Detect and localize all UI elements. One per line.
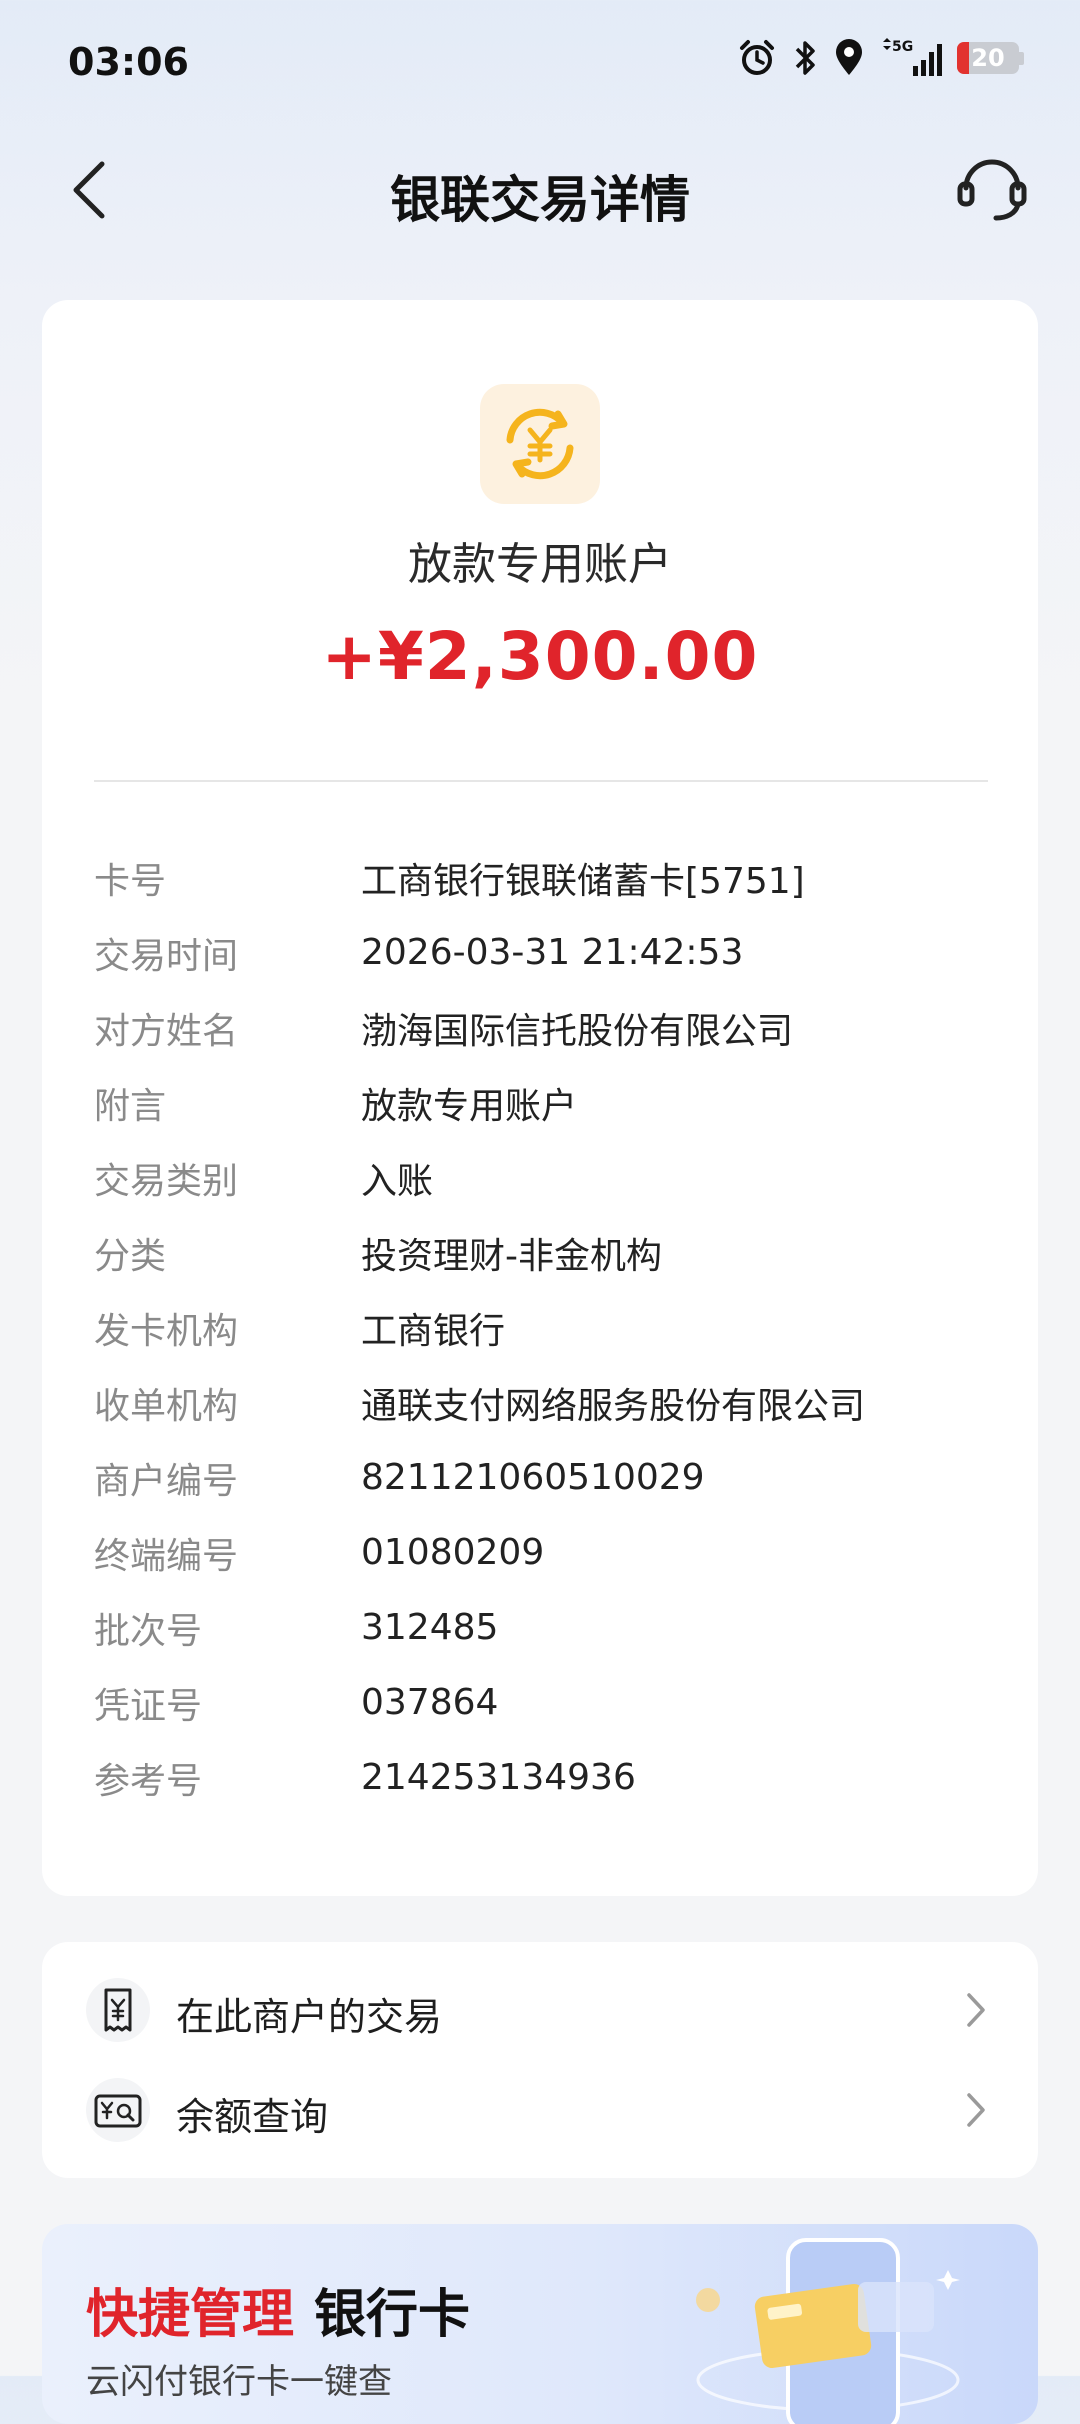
detail-value: 工商银行银联储蓄卡[5751] bbox=[361, 860, 805, 902]
merchant-transactions-item[interactable]: 在此商户的交易 bbox=[42, 1960, 1038, 2060]
page-title: 银联交易详情 bbox=[390, 171, 690, 229]
balance-query-item[interactable]: 余额查询 bbox=[42, 2060, 1038, 2160]
banner-title-rest: 银行卡 bbox=[314, 2285, 471, 2345]
detail-row-category: 分类 投资理财-非金机构 bbox=[94, 1215, 994, 1290]
detail-row-transaction-type: 交易类别 入账 bbox=[94, 1140, 994, 1215]
detail-label: 附言 bbox=[94, 1085, 167, 1127]
banner-subtitle: 云闪付银行卡一键查 bbox=[86, 2362, 392, 2402]
detail-value: 工商银行 bbox=[361, 1310, 506, 1352]
network-type: 5G bbox=[892, 39, 913, 55]
detail-value: 312485 bbox=[361, 1607, 499, 1648]
detail-label: 分类 bbox=[94, 1235, 167, 1277]
detail-value: 放款专用账户 bbox=[361, 1085, 578, 1127]
chevron-right-icon bbox=[967, 2093, 985, 2127]
transaction-amount: +¥2,300.00 bbox=[321, 618, 759, 695]
action-label: 余额查询 bbox=[176, 2095, 329, 2139]
detail-value: 01080209 bbox=[361, 1532, 545, 1573]
5g-signal-icon: 5G bbox=[883, 38, 942, 76]
action-label: 在此商户的交易 bbox=[176, 1995, 443, 2039]
detail-label: 交易类别 bbox=[94, 1160, 239, 1202]
detail-row-batch-number: 批次号 312485 bbox=[94, 1590, 994, 1665]
detail-row-reference-number: 参考号 214253134936 bbox=[94, 1740, 994, 1815]
detail-label: 商户编号 bbox=[94, 1460, 239, 1502]
detail-value: 821121060510029 bbox=[361, 1457, 705, 1498]
bluetooth-icon bbox=[795, 41, 815, 75]
detail-label: 批次号 bbox=[94, 1610, 203, 1652]
balance-search-icon bbox=[86, 2078, 150, 2142]
detail-label: 对方姓名 bbox=[94, 1010, 239, 1052]
banner-title: 快捷管理 银行卡 bbox=[86, 2272, 470, 2347]
account-name: 放款专用账户 bbox=[408, 539, 672, 590]
battery-level: 20 bbox=[971, 44, 1005, 72]
detail-label: 发卡机构 bbox=[94, 1310, 239, 1352]
detail-row-voucher-number: 凭证号 037864 bbox=[94, 1665, 994, 1740]
detail-row-remark: 附言 放款专用账户 bbox=[94, 1065, 994, 1140]
detail-label: 凭证号 bbox=[94, 1685, 203, 1727]
banner-title-highlight: 快捷管理 bbox=[86, 2285, 295, 2345]
detail-row-terminal-id: 终端编号 01080209 bbox=[94, 1515, 994, 1590]
detail-label: 参考号 bbox=[94, 1760, 203, 1802]
location-icon bbox=[836, 39, 862, 75]
detail-label: 收单机构 bbox=[94, 1385, 239, 1427]
detail-row-transaction-time: 交易时间 2026-03-31 21:42:53 bbox=[94, 915, 994, 990]
detail-row-card-number: 卡号 工商银行银联储蓄卡[5751] bbox=[94, 840, 994, 915]
detail-row-merchant-id: 商户编号 821121060510029 bbox=[94, 1440, 994, 1515]
detail-label: 卡号 bbox=[94, 860, 167, 902]
actions-card: 在此商户的交易 余额查询 bbox=[42, 1942, 1038, 2178]
detail-value: 2026-03-31 21:42:53 bbox=[361, 932, 744, 973]
detail-row-issuer: 发卡机构 工商银行 bbox=[94, 1290, 994, 1365]
detail-value: 投资理财-非金机构 bbox=[361, 1235, 662, 1277]
battery-icon: 20 bbox=[957, 42, 1024, 74]
detail-label: 交易时间 bbox=[94, 935, 239, 977]
bank-card-management-banner[interactable]: 快捷管理 银行卡 云闪付银行卡一键查 bbox=[42, 2224, 1038, 2424]
status-bar: 03:06 5G 20 bbox=[0, 0, 1080, 120]
detail-row-counterparty: 对方姓名 渤海国际信托股份有限公司 bbox=[94, 990, 994, 1065]
detail-value: 入账 bbox=[361, 1160, 434, 1202]
detail-value: 037864 bbox=[361, 1682, 499, 1723]
customer-service-icon[interactable] bbox=[952, 148, 1032, 228]
yuan-exchange-icon bbox=[480, 384, 600, 504]
detail-label: 终端编号 bbox=[94, 1535, 239, 1577]
header: 银联交易详情 bbox=[0, 130, 1080, 250]
detail-value: 渤海国际信托股份有限公司 bbox=[361, 1010, 794, 1052]
transaction-detail-card: 放款专用账户 +¥2,300.00 卡号 工商银行银联储蓄卡[5751] 交易时… bbox=[42, 300, 1038, 1896]
detail-value: 214253134936 bbox=[361, 1757, 636, 1798]
alarm-icon bbox=[740, 40, 774, 75]
phone-card-illustration bbox=[696, 2238, 960, 2424]
detail-row-acquirer: 收单机构 通联支付网络服务股份有限公司 bbox=[94, 1365, 994, 1440]
chevron-right-icon bbox=[967, 1993, 985, 2027]
status-icons: 5G 20 bbox=[737, 38, 1024, 78]
divider bbox=[94, 780, 988, 782]
detail-value: 通联支付网络服务股份有限公司 bbox=[361, 1385, 866, 1427]
receipt-icon bbox=[86, 1978, 150, 2042]
detail-list: 卡号 工商银行银联储蓄卡[5751] 交易时间 2026-03-31 21:42… bbox=[94, 840, 994, 1815]
status-time: 03:06 bbox=[68, 40, 189, 84]
